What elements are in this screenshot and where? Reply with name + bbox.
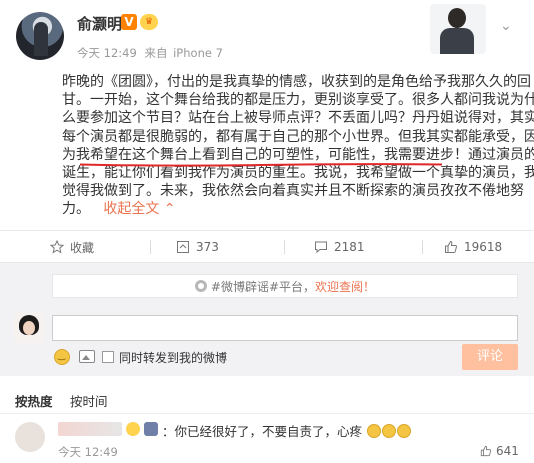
topic-icon	[194, 280, 207, 292]
source-prefix: 来自	[144, 46, 168, 60]
sad-face-icon	[367, 424, 381, 438]
content-line: 昨晚的《团圆》，付出的是我真挚的情感，收获到的是角色给予我那久久的回	[62, 74, 531, 90]
content-line: 甘。一开始，这个舞台给我的都是压力，更别谈享受了。很多人都问我说为什	[62, 92, 534, 109]
comment-item: ：你已经很好了，不要自责了，心疼 今天 12:49 641	[0, 414, 534, 463]
topic-text: #微博辟谣#平台，	[210, 279, 316, 294]
comment-button[interactable]: 2181	[314, 231, 365, 263]
thumbs-up-icon	[480, 445, 492, 457]
content-line: 觉得我做到了。未来，我依然会向着真实并且不断探索的演员孜孜不倦地努	[62, 183, 524, 200]
favorite-button[interactable]: 收藏	[50, 231, 94, 263]
post-meta: 今天 12:49 来自 iPhone 7	[77, 45, 227, 61]
repost-checkbox-label: 同时转发到我的微博	[119, 351, 228, 365]
comment-like-count: 641	[496, 444, 519, 458]
topic-highlight: 欢迎查阅！	[315, 279, 376, 294]
sort-by-hot-tab[interactable]: 按热度	[15, 391, 53, 410]
weibo-post: 俞灏明 V ♛ 今天 12:49 来自 iPhone 7 ⌄ 昨晚的《团圆》，付…	[0, 0, 534, 262]
sort-by-time-tab[interactable]: 按时间	[70, 391, 108, 410]
action-bar: 收藏 373 2181 19618	[0, 230, 534, 262]
chevron-down-icon[interactable]: ⌄	[500, 18, 512, 34]
sad-face-icon	[382, 424, 396, 438]
star-icon	[50, 240, 64, 254]
comment-sort-bar: 按热度 按时间	[0, 376, 534, 414]
emoji-icon[interactable]	[54, 349, 70, 365]
repost-icon	[177, 241, 189, 253]
crown-badge-icon: ♛	[140, 14, 158, 30]
sad-face-icon	[397, 424, 411, 438]
comment-text: ：你已经很好了，不要自责了，心疼	[162, 421, 411, 440]
chevron-up-icon: ⌃	[163, 201, 176, 218]
repost-count: 373	[196, 240, 219, 254]
like-count: 19618	[464, 240, 503, 254]
current-user-avatar	[14, 313, 44, 343]
comment-input[interactable]	[52, 315, 518, 341]
post-source[interactable]: iPhone 7	[173, 46, 223, 60]
commenter-name-redacted[interactable]	[58, 422, 122, 436]
topic-banner[interactable]: #微博辟谣#平台， 欢迎查阅！	[52, 274, 518, 298]
content-line-end: 力。	[62, 201, 90, 218]
comment-body: ：你已经很好了，不要自责了，心疼	[162, 424, 363, 439]
header-photo	[430, 4, 486, 54]
repost-button[interactable]: 373	[176, 231, 219, 263]
collapse-text-button[interactable]: 收起全文 ⌃	[103, 201, 175, 217]
author-name[interactable]: 俞灏明	[77, 13, 122, 34]
member-badge-icon	[144, 422, 158, 436]
crown-badge-icon	[126, 422, 140, 436]
submit-comment-button[interactable]: 评论	[462, 344, 518, 370]
author-avatar[interactable]	[16, 12, 64, 60]
like-button[interactable]: 19618	[444, 231, 502, 263]
content-last-line: 力。 收起全文 ⌃	[62, 200, 530, 218]
comment-count: 2181	[334, 240, 365, 254]
comment-icon	[315, 241, 327, 254]
comment-like-button[interactable]: 641	[480, 444, 519, 458]
content-line: 么要参加这个节目？站在台上被导师点评？不丢面儿吗？丹丹姐说得对，其实	[62, 110, 534, 127]
content-line: 每个演员都是很脆弱的，都有属于自己的那个小世界。但我其实都能承受，因	[62, 128, 534, 145]
content-line: 为我希望在这个舞台上看到自己的可塑性，可能性，我需要进步！通过演员的	[62, 146, 534, 163]
post-time[interactable]: 今天 12:49	[77, 46, 137, 60]
content-line: 诞生，能让你们看到我作为演员的重生。我说，我希望做一个真挚的演员，我	[62, 164, 534, 181]
comment-time: 今天 12:49	[58, 445, 118, 459]
verified-badge-icon: V	[121, 14, 137, 30]
post-content: 昨晚的《团圆》，付出的是我真挚的情感，收获到的是角色给予我那久久的回 甘。一开始…	[62, 73, 534, 219]
collapse-label: 收起全文	[103, 201, 160, 218]
thumbs-up-icon	[445, 240, 457, 253]
commenter-avatar[interactable]	[15, 422, 45, 452]
image-icon[interactable]	[79, 350, 95, 363]
favorite-label: 收藏	[70, 240, 95, 255]
comment-compose-area: #微博辟谣#平台， 欢迎查阅！ 同时转发到我的微博 评论	[0, 262, 534, 376]
repost-checkbox[interactable]	[102, 351, 114, 363]
